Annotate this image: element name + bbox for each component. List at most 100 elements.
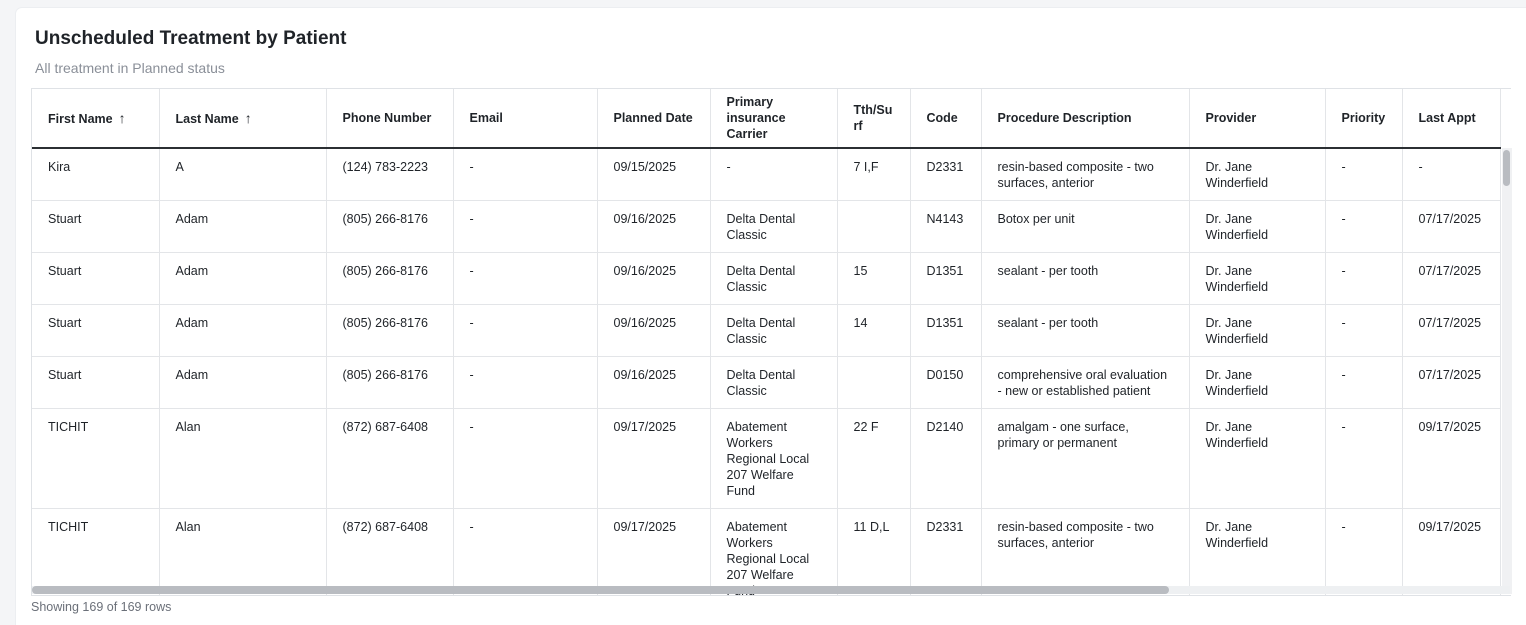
cell-last-name: Adam xyxy=(159,252,327,305)
cell-carrier: Delta Dental Classic xyxy=(710,200,838,253)
cell-last-appt: 07/17/2025 xyxy=(1402,200,1501,253)
column-header-first-name[interactable]: First Name ↑ xyxy=(32,89,160,149)
cell-phone: (872) 687-6408 xyxy=(326,508,454,595)
cell-planned-date: 09/16/2025 xyxy=(597,252,711,305)
cell-provider: Dr. Jane Winderfield xyxy=(1189,356,1326,409)
report-card: Unscheduled Treatment by Patient All tre… xyxy=(16,8,1526,625)
cell-first-name: Kira xyxy=(32,148,160,201)
vertical-scrollbar-thumb[interactable] xyxy=(1503,150,1510,186)
table-row[interactable]: Kira A (124) 783-2223 - 09/15/2025 - 7 I… xyxy=(32,148,1501,201)
page-subtitle: All treatment in Planned status xyxy=(35,60,225,76)
cell-priority: - xyxy=(1325,408,1403,509)
column-header-provider[interactable]: Provider xyxy=(1189,89,1326,149)
column-header-planned-date[interactable]: Planned Date xyxy=(597,89,711,149)
cell-procedure-description: sealant - per tooth xyxy=(981,252,1190,305)
cell-procedure-description: resin-based composite - two surfaces, an… xyxy=(981,508,1190,595)
column-header-procedure-description[interactable]: Procedure Description xyxy=(981,89,1190,149)
cell-carrier: Delta Dental Classic xyxy=(710,304,838,357)
cell-first-name: Stuart xyxy=(32,304,160,357)
cell-email: - xyxy=(453,252,598,305)
cell-first-name: Stuart xyxy=(32,356,160,409)
cell-last-name: A xyxy=(159,148,327,201)
cell-last-name: Adam xyxy=(159,304,327,357)
vertical-scrollbar-track[interactable] xyxy=(1502,148,1512,594)
treatment-table: First Name ↑ Last Name ↑ Phone Number Emai… xyxy=(32,89,1501,595)
cell-tooth-surface: 22 F xyxy=(837,408,911,509)
table-header-row: First Name ↑ Last Name ↑ Phone Number Emai… xyxy=(32,89,1501,149)
cell-code: D2140 xyxy=(910,408,982,509)
cell-last-appt: 09/17/2025 xyxy=(1402,508,1501,595)
cell-code: D1351 xyxy=(910,252,982,305)
cell-planned-date: 09/16/2025 xyxy=(597,200,711,253)
cell-priority: - xyxy=(1325,148,1403,201)
cell-last-appt: 07/17/2025 xyxy=(1402,304,1501,357)
cell-last-appt: 07/17/2025 xyxy=(1402,252,1501,305)
cell-code: D2331 xyxy=(910,148,982,201)
cell-code: N4143 xyxy=(910,200,982,253)
cell-procedure-description: Botox per unit xyxy=(981,200,1190,253)
sort-ascending-icon[interactable]: ↑ xyxy=(245,110,252,126)
table-row[interactable]: TICHIT Alan (872) 687-6408 - 09/17/2025 … xyxy=(32,408,1501,509)
cell-first-name: Stuart xyxy=(32,252,160,305)
cell-email: - xyxy=(453,508,598,595)
cell-email: - xyxy=(453,304,598,357)
cell-last-name: Alan xyxy=(159,508,327,595)
cell-tooth-surface xyxy=(837,356,911,409)
cell-priority: - xyxy=(1325,200,1403,253)
column-header-email[interactable]: Email xyxy=(453,89,598,149)
cell-planned-date: 09/15/2025 xyxy=(597,148,711,201)
cell-provider: Dr. Jane Winderfield xyxy=(1189,408,1326,509)
horizontal-scrollbar-thumb[interactable] xyxy=(32,586,1169,594)
cell-tooth-surface: 15 xyxy=(837,252,911,305)
cell-phone: (805) 266-8176 xyxy=(326,304,454,357)
column-header-carrier[interactable]: Primary insurance Carrier xyxy=(710,89,838,149)
cell-provider: Dr. Jane Winderfield xyxy=(1189,148,1326,201)
column-header-last-name[interactable]: Last Name ↑ xyxy=(159,89,327,149)
page-title: Unscheduled Treatment by Patient xyxy=(35,28,347,49)
column-header-priority[interactable]: Priority xyxy=(1325,89,1403,149)
cell-last-appt: 07/17/2025 xyxy=(1402,356,1501,409)
cell-priority: - xyxy=(1325,508,1403,595)
data-table-container[interactable]: First Name ↑ Last Name ↑ Phone Number Emai… xyxy=(31,88,1511,596)
cell-planned-date: 09/16/2025 xyxy=(597,304,711,357)
cell-procedure-description: sealant - per tooth xyxy=(981,304,1190,357)
cell-last-name: Adam xyxy=(159,356,327,409)
cell-provider: Dr. Jane Winderfield xyxy=(1189,200,1326,253)
column-header-last-appt[interactable]: Last Appt xyxy=(1402,89,1501,149)
cell-carrier: Delta Dental Classic xyxy=(710,252,838,305)
cell-code: D1351 xyxy=(910,304,982,357)
cell-email: - xyxy=(453,408,598,509)
cell-priority: - xyxy=(1325,252,1403,305)
column-header-phone[interactable]: Phone Number xyxy=(326,89,454,149)
cell-code: D2331 xyxy=(910,508,982,595)
cell-phone: (805) 266-8176 xyxy=(326,200,454,253)
cell-procedure-description: resin-based composite - two surfaces, an… xyxy=(981,148,1190,201)
cell-tooth-surface: 11 D,L xyxy=(837,508,911,595)
cell-tooth-surface: 7 I,F xyxy=(837,148,911,201)
sort-ascending-icon[interactable]: ↑ xyxy=(119,110,126,126)
column-header-code[interactable]: Code xyxy=(910,89,982,149)
cell-first-name: TICHIT xyxy=(32,408,160,509)
table-row[interactable]: Stuart Adam (805) 266-8176 - 09/16/2025 … xyxy=(32,356,1501,409)
table-row[interactable]: Stuart Adam (805) 266-8176 - 09/16/2025 … xyxy=(32,304,1501,357)
cell-tooth-surface xyxy=(837,200,911,253)
cell-phone: (805) 266-8176 xyxy=(326,252,454,305)
column-header-tooth-surface[interactable]: Tth/Su rf xyxy=(837,89,911,149)
table-row[interactable]: Stuart Adam (805) 266-8176 - 09/16/2025 … xyxy=(32,252,1501,305)
table-row[interactable]: TICHIT Alan (872) 687-6408 - 09/17/2025 … xyxy=(32,508,1501,595)
cell-email: - xyxy=(453,200,598,253)
cell-first-name: TICHIT xyxy=(32,508,160,595)
table-row[interactable]: Stuart Adam (805) 266-8176 - 09/16/2025 … xyxy=(32,200,1501,253)
cell-carrier: Abatement Workers Regional Local 207 Wel… xyxy=(710,508,838,595)
cell-email: - xyxy=(453,356,598,409)
cell-provider: Dr. Jane Winderfield xyxy=(1189,304,1326,357)
row-count-status: Showing 169 of 169 rows xyxy=(31,600,172,614)
cell-tooth-surface: 14 xyxy=(837,304,911,357)
cell-carrier: Delta Dental Classic xyxy=(710,356,838,409)
cell-carrier: Abatement Workers Regional Local 207 Wel… xyxy=(710,408,838,509)
cell-first-name: Stuart xyxy=(32,200,160,253)
cell-last-name: Adam xyxy=(159,200,327,253)
cell-phone: (805) 266-8176 xyxy=(326,356,454,409)
cell-procedure-description: amalgam - one surface, primary or perman… xyxy=(981,408,1190,509)
cell-phone: (124) 783-2223 xyxy=(326,148,454,201)
